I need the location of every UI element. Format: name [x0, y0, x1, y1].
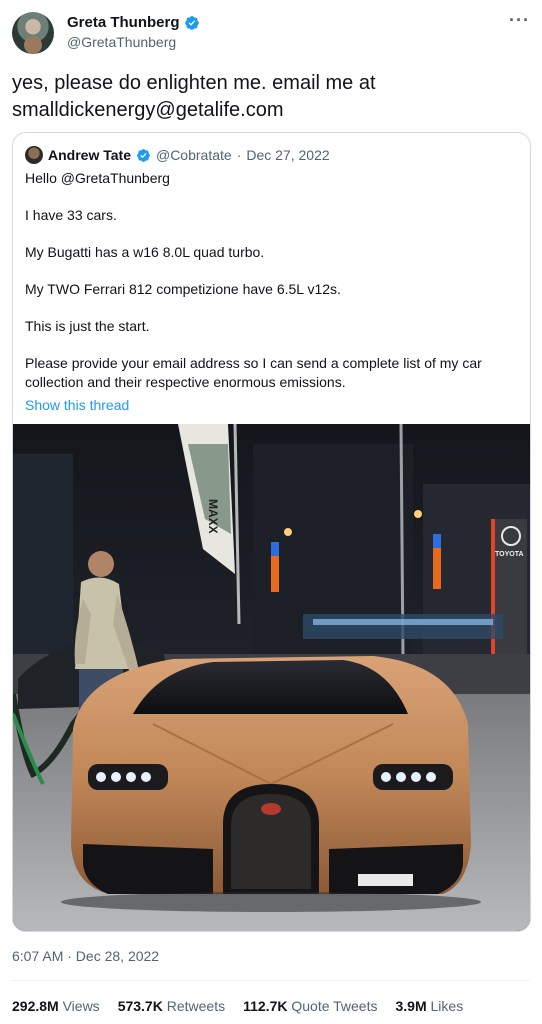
quoted-paragraph: This is just the start.	[25, 318, 150, 334]
quoted-tweet-photo[interactable]: MAXX TOYOTA	[13, 424, 530, 931]
quoted-paragraph: My TWO Ferrari 812 competizione have 6.5…	[25, 281, 341, 297]
stat-value: 3.9M	[395, 998, 427, 1014]
quoted-paragraph: I have 33 cars.	[25, 207, 117, 223]
meta-separator: ·	[236, 147, 242, 163]
engagement-stats: 292.8M Views 573.7K Retweets 112.7K Quot…	[12, 998, 463, 1014]
stat-retweets[interactable]: 573.7K Retweets	[118, 998, 225, 1014]
stat-value: 292.8M	[12, 998, 59, 1014]
quoted-tweet-header: Andrew Tate @Cobratate · Dec 27, 2022	[25, 145, 330, 165]
quoted-tweet-body: Hello @GretaThunberg I have 33 cars. My …	[25, 169, 520, 415]
dealer-sign-text: TOYOTA	[495, 551, 524, 558]
quoted-paragraph: Hello @GretaThunberg	[25, 170, 170, 186]
tweet-header: Greta Thunberg @GretaThunberg ···	[12, 10, 530, 56]
quoted-paragraph: My Bugatti has a w16 8.0L quad turbo.	[25, 244, 265, 260]
tweet-text: yes, please do enlighten me. email me at…	[12, 72, 376, 121]
quoted-paragraph: Please provide your email address so I c…	[25, 355, 482, 390]
divider	[12, 980, 530, 981]
quoted-tweet-date[interactable]: Dec 27, 2022	[246, 147, 329, 163]
more-dots-icon[interactable]: ···	[509, 10, 530, 31]
quoted-tweet[interactable]: Andrew Tate @Cobratate · Dec 27, 2022 He…	[12, 132, 531, 932]
stat-label: Views	[62, 998, 100, 1014]
stat-label: Retweets	[166, 998, 226, 1014]
banner-text: MAXX	[206, 499, 220, 534]
author-avatar[interactable]	[12, 12, 54, 54]
verified-badge-icon	[184, 15, 199, 30]
author-name-row: Greta Thunberg	[67, 14, 200, 31]
author-display-name[interactable]: Greta Thunberg	[67, 14, 180, 31]
author-handle[interactable]: @GretaThunberg	[67, 34, 176, 50]
stat-likes[interactable]: 3.9M Likes	[396, 998, 464, 1014]
stat-label: Quote Tweets	[291, 998, 378, 1014]
photo-illustration: MAXX TOYOTA	[13, 424, 530, 931]
quoted-author-handle[interactable]: @Cobratate	[156, 147, 232, 163]
quoted-author-name[interactable]: Andrew Tate	[48, 147, 131, 163]
verified-badge-icon	[137, 148, 150, 162]
tweet-timestamp[interactable]: 6:07 AM · Dec 28, 2022	[12, 948, 159, 964]
stat-views[interactable]: 292.8M Views	[12, 998, 100, 1014]
stat-value: 573.7K	[117, 998, 163, 1014]
stat-quote-tweets[interactable]: 112.7K Quote Tweets	[243, 998, 377, 1014]
show-thread-link[interactable]: Show this thread	[25, 396, 520, 415]
stat-value: 112.7K	[243, 998, 288, 1014]
stat-label: Likes	[430, 998, 464, 1014]
quoted-author-avatar[interactable]	[25, 146, 43, 164]
